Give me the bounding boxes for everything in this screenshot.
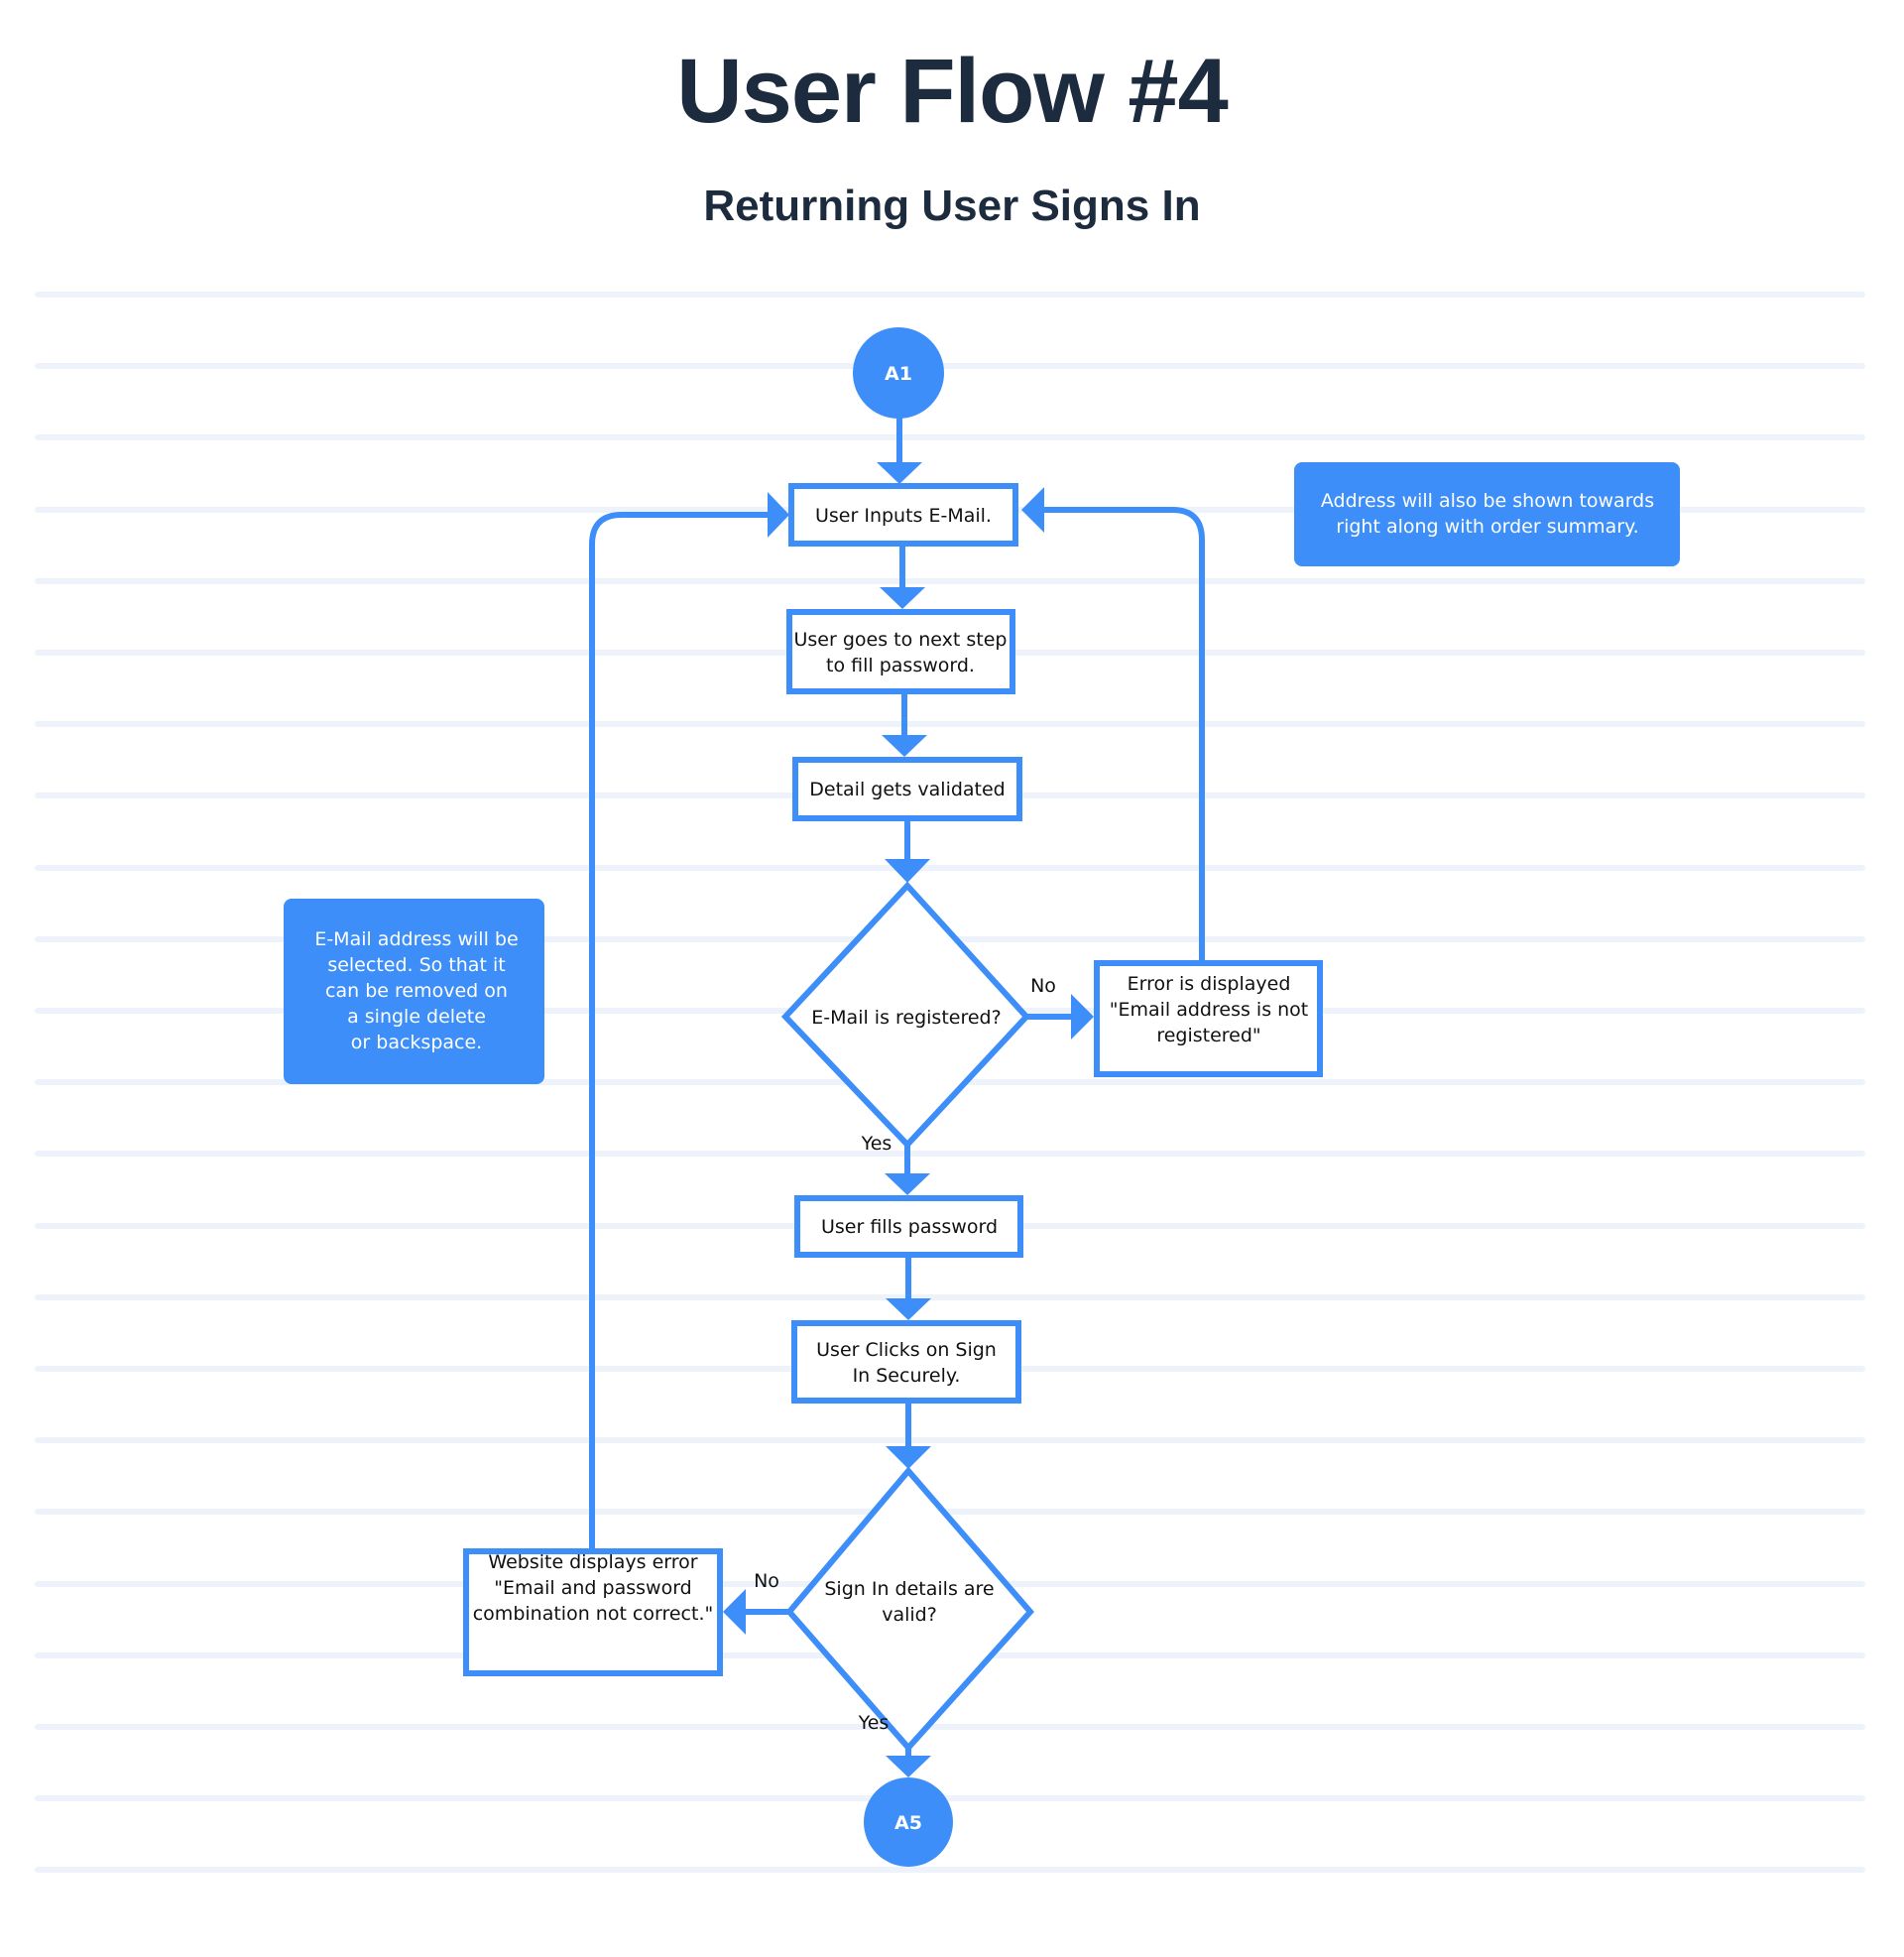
text-line: "Email and password bbox=[494, 1577, 691, 1599]
end-label: A5 bbox=[894, 1812, 922, 1834]
arrowhead bbox=[880, 587, 925, 609]
arrowhead bbox=[886, 1446, 931, 1469]
arrowhead bbox=[885, 1173, 930, 1195]
arrowhead bbox=[886, 1756, 931, 1777]
text-line: to fill password. bbox=[826, 655, 975, 676]
arrowhead bbox=[1071, 994, 1094, 1040]
edge-label-registered-no: No bbox=[1030, 975, 1056, 997]
end-terminal: A5 bbox=[864, 1777, 953, 1867]
node-fill-password-label: User fills password bbox=[821, 1216, 998, 1238]
text-line: User Inputs E-Mail. bbox=[815, 505, 992, 527]
node-click-signin: User Clicks on Sign In Securely. bbox=[791, 1320, 1021, 1404]
text-line: a single delete bbox=[347, 1006, 486, 1028]
node-fill-password: User fills password bbox=[794, 1195, 1023, 1258]
node-validate-label: Detail gets validated bbox=[809, 779, 1006, 800]
text-line: valid? bbox=[882, 1604, 937, 1626]
node-validate: Detail gets validated bbox=[792, 757, 1022, 821]
arrowhead bbox=[877, 462, 922, 484]
text-line: Sign In details are bbox=[824, 1578, 994, 1600]
arrowhead bbox=[768, 492, 789, 538]
decision-email-registered-label: E-Mail is registered? bbox=[811, 1007, 1001, 1029]
text-line: "Email address is not bbox=[1110, 999, 1309, 1021]
note-email-select: E-Mail address will be selected. So that … bbox=[284, 899, 544, 1084]
text-line: selected. So that it bbox=[327, 954, 505, 976]
text-line: User Clicks on Sign bbox=[816, 1339, 997, 1361]
edge-email-error-loop bbox=[1041, 507, 1205, 960]
text-line: E-Mail is registered? bbox=[811, 1007, 1001, 1029]
node-email-error: Error is displayed "Email address is not r… bbox=[1094, 960, 1323, 1077]
text-line: registered" bbox=[1156, 1025, 1260, 1046]
arrowhead bbox=[1021, 487, 1044, 533]
node-input-email: User Inputs E-Mail. bbox=[788, 483, 1018, 547]
text-line: Website displays error bbox=[488, 1551, 697, 1573]
text-line: or backspace. bbox=[351, 1032, 482, 1053]
node-input-email-label: User Inputs E-Mail. bbox=[815, 505, 992, 527]
text-line: can be removed on bbox=[325, 980, 508, 1002]
note-address: Address will also be shown towards right … bbox=[1294, 462, 1680, 566]
arrowhead bbox=[886, 1298, 931, 1320]
text-line: Detail gets validated bbox=[809, 779, 1006, 800]
text-line: Address will also be shown towards bbox=[1321, 490, 1654, 512]
text-line: E-Mail address will be bbox=[314, 928, 518, 950]
text-line: User fills password bbox=[821, 1216, 998, 1238]
start-label: A1 bbox=[885, 363, 912, 385]
edge-label-valid-yes: Yes bbox=[858, 1712, 890, 1734]
text-line: User goes to next step bbox=[793, 629, 1007, 651]
decision-email-registered: E-Mail is registered? bbox=[780, 881, 1031, 1150]
arrowhead bbox=[723, 1589, 746, 1635]
edge-label-registered-yes: Yes bbox=[861, 1133, 892, 1155]
edge-label-valid-no: No bbox=[754, 1570, 779, 1592]
text-line: Error is displayed bbox=[1128, 973, 1291, 995]
text-line: combination not correct." bbox=[473, 1603, 714, 1625]
edge-combo-error-loop bbox=[589, 512, 772, 1548]
start-terminal: A1 bbox=[853, 327, 944, 419]
node-next-step: User goes to next step to fill password. bbox=[786, 609, 1015, 694]
node-combo-error-label: Website displays error "Email and passwor… bbox=[473, 1551, 714, 1625]
flowchart: A1 A5 User Inputs E-Mail. User goes to n… bbox=[35, 292, 1865, 1873]
text-line: In Securely. bbox=[853, 1365, 961, 1387]
node-combo-error: Website displays error "Email and passwor… bbox=[463, 1548, 723, 1676]
text-line: right along with order summary. bbox=[1336, 516, 1638, 538]
arrowhead bbox=[882, 735, 927, 757]
